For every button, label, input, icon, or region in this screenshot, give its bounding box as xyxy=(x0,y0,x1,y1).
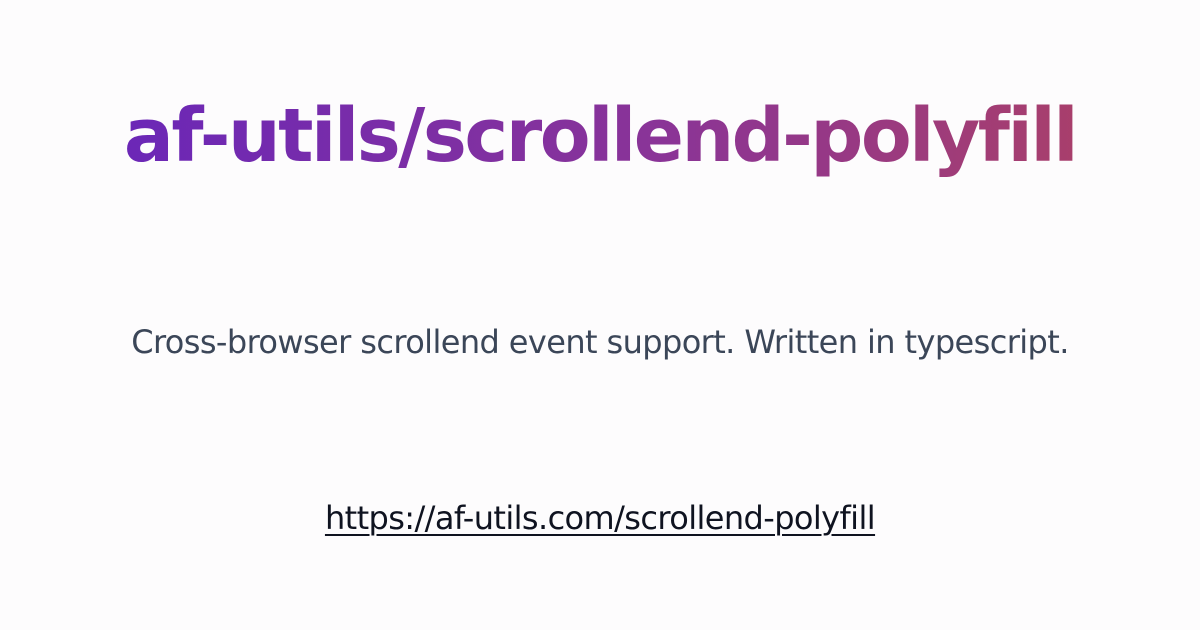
social-preview-card: af-utils/scrollend-polyfill Cross-browse… xyxy=(0,0,1200,630)
package-title: af-utils/scrollend-polyfill xyxy=(0,86,1200,186)
package-url-link[interactable]: https://af-utils.com/scrollend-polyfill xyxy=(325,499,876,537)
package-description: Cross-browser scrollend event support. W… xyxy=(131,323,1069,361)
package-url-container: https://af-utils.com/scrollend-polyfill xyxy=(0,496,1200,540)
